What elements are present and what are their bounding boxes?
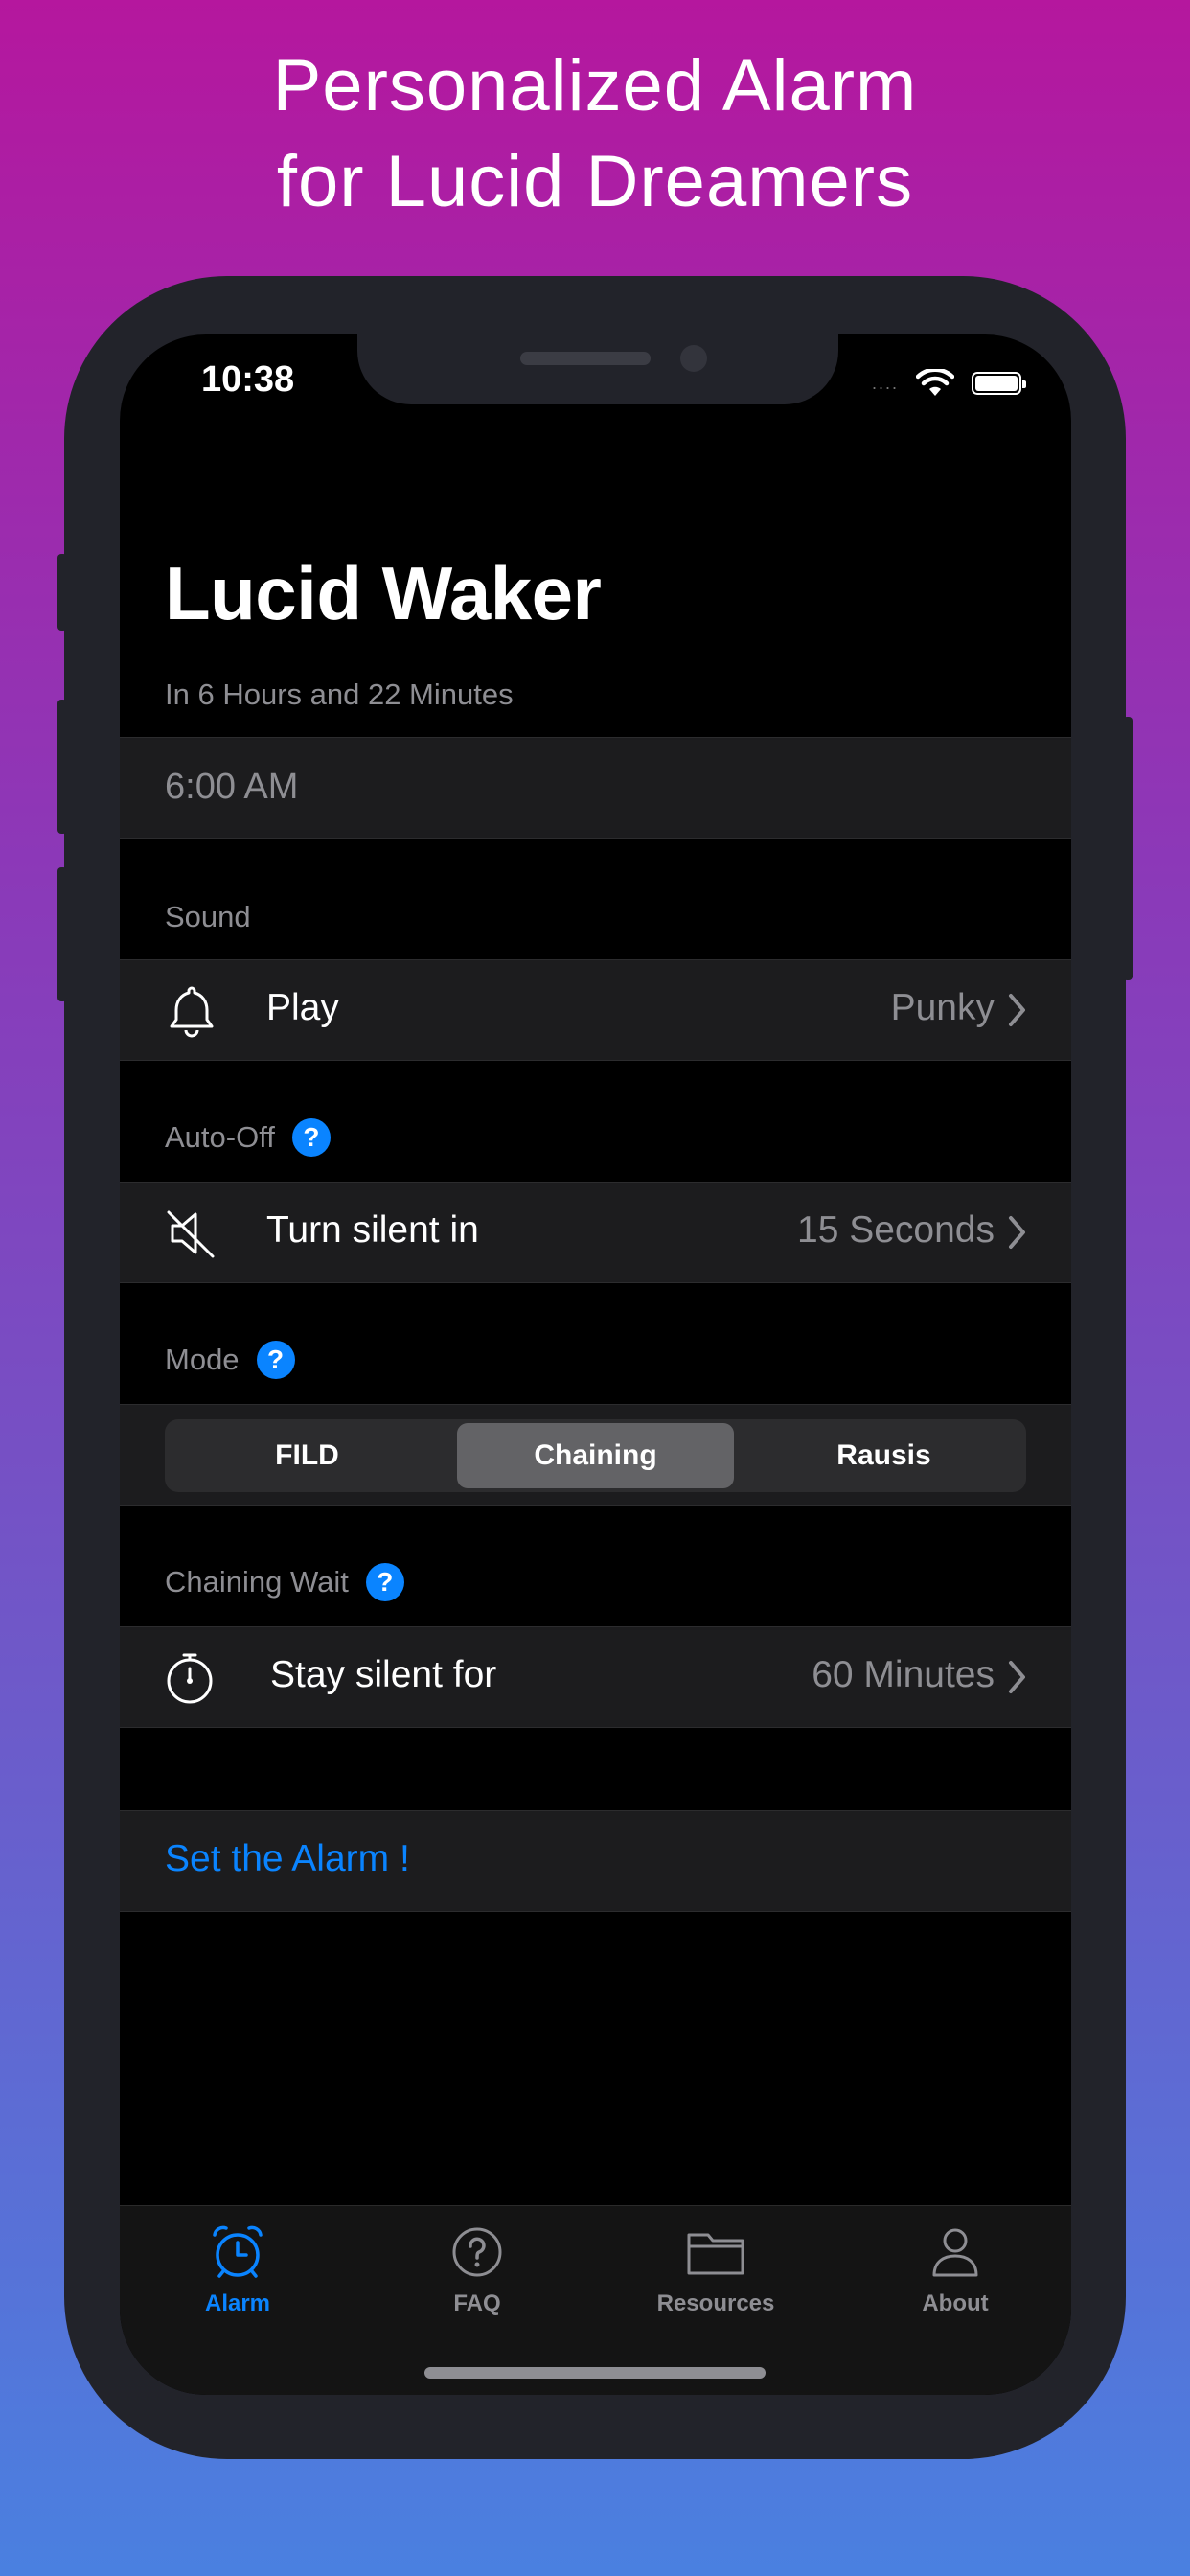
set-alarm-row[interactable]: Set the Alarm !	[120, 1810, 1071, 1912]
phone-screen: 10:38 .... Lucid Waker In 6 Hours and 22…	[120, 334, 1071, 2395]
folder-icon	[687, 2233, 744, 2275]
play-label: Play	[266, 987, 339, 1028]
volume-down-button	[57, 867, 67, 1001]
headline-line-1: Personalized Alarm	[272, 45, 918, 126]
wifi-icon	[916, 369, 954, 396]
question-circle-icon	[452, 2227, 502, 2277]
chaining-wait-row[interactable]: Stay silent for 60 Minutes	[120, 1626, 1071, 1728]
sound-row[interactable]: Play Punky	[120, 959, 1071, 1061]
tab-about-label: About	[922, 2290, 989, 2316]
tab-resources[interactable]: Resources	[620, 2221, 812, 2317]
auto-off-section-label: Auto-Off ?	[165, 1118, 331, 1157]
mode-option-fild[interactable]: FILD	[169, 1423, 446, 1488]
chevron-right-icon	[1009, 994, 1025, 1026]
chevron-right-icon	[1009, 1216, 1025, 1249]
mode-help-icon[interactable]: ?	[256, 1341, 295, 1379]
app-title: Lucid Waker	[165, 551, 602, 635]
mode-option-rausis[interactable]: Rausis	[745, 1423, 1022, 1488]
alarm-clock-icon	[213, 2225, 263, 2278]
turn-silent-label: Turn silent in	[266, 1209, 479, 1251]
mode-option-chaining[interactable]: Chaining	[457, 1423, 734, 1488]
person-icon	[932, 2228, 978, 2277]
status-icons: ....	[871, 369, 1026, 398]
earpiece-speaker	[520, 352, 651, 365]
mode-row: FILD Chaining Rausis	[120, 1404, 1071, 1506]
home-indicator	[424, 2367, 766, 2379]
mode-section-label: Mode ?	[165, 1341, 295, 1379]
bell-icon	[170, 986, 214, 1038]
power-button	[1123, 717, 1133, 980]
auto-off-row[interactable]: Turn silent in 15 Seconds	[120, 1182, 1071, 1283]
set-alarm-button[interactable]: Set the Alarm !	[165, 1838, 410, 1880]
headline-line-2: for Lucid Dreamers	[276, 141, 914, 222]
chaining-wait-value: 60 Minutes	[812, 1654, 995, 1695]
notch	[357, 334, 838, 404]
tab-alarm[interactable]: Alarm	[142, 2221, 333, 2317]
stopwatch-icon	[167, 1653, 213, 1704]
promo-headline: Personalized Alarm for Lucid Dreamers	[0, 38, 1190, 230]
tab-about[interactable]: About	[859, 2221, 1051, 2317]
signal-icon: ....	[871, 373, 899, 393]
tab-resources-label: Resources	[656, 2290, 775, 2316]
tab-faq[interactable]: FAQ	[381, 2221, 573, 2317]
chaining-wait-help-icon[interactable]: ?	[365, 1563, 404, 1601]
chaining-wait-section-label: Chaining Wait ?	[165, 1563, 404, 1601]
auto-off-value: 15 Seconds	[797, 1209, 995, 1251]
speaker-mute-icon	[167, 1210, 215, 1258]
alarm-time-picker[interactable]: 6:00 AM	[120, 737, 1071, 839]
status-time: 10:38	[201, 359, 295, 400]
battery-icon	[972, 372, 1026, 395]
front-camera	[680, 345, 707, 372]
volume-up-button	[57, 700, 67, 834]
mute-switch	[57, 554, 67, 631]
mode-segmented-control[interactable]: FILD Chaining Rausis	[165, 1419, 1026, 1492]
stay-silent-label: Stay silent for	[270, 1654, 497, 1695]
time-remaining-text: In 6 Hours and 22 Minutes	[165, 678, 514, 711]
tab-alarm-label: Alarm	[204, 2290, 271, 2316]
chevron-right-icon	[1009, 1661, 1025, 1693]
sound-value: Punky	[890, 987, 995, 1028]
auto-off-help-icon[interactable]: ?	[291, 1118, 331, 1157]
sound-section-label: Sound	[165, 900, 251, 933]
tab-faq-label: FAQ	[453, 2290, 501, 2316]
alarm-time-value: 6:00 AM	[165, 767, 299, 807]
